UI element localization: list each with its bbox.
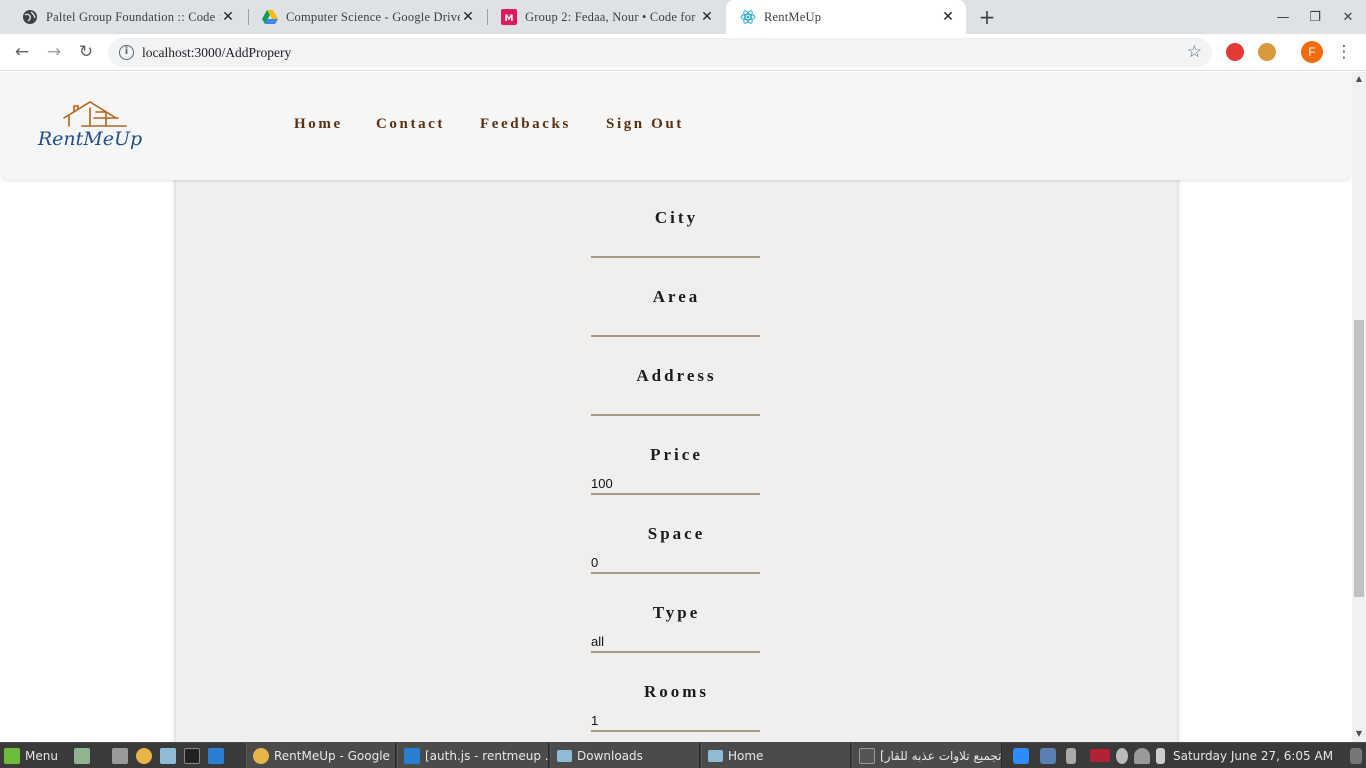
- react-icon: [740, 9, 756, 25]
- site-info-icon[interactable]: i: [119, 45, 134, 60]
- house-logo-icon: RentMeUp: [37, 101, 142, 150]
- window-title: Downloads: [577, 748, 643, 763]
- extension-icon[interactable]: [1226, 43, 1244, 61]
- nav-sign-out-link[interactable]: Sign Out: [606, 116, 684, 133]
- wifi-tray-icon[interactable]: [1134, 748, 1150, 764]
- tab-paltel[interactable]: Paltel Group Foundation :: Code for ✕: [8, 0, 246, 34]
- clock-text: Saturday June 27, 6:05 AM: [1173, 748, 1334, 763]
- type-input[interactable]: [591, 631, 760, 653]
- code-for-icon: M: [501, 9, 517, 25]
- price-label: Price: [650, 445, 703, 464]
- restore-icon[interactable]: ❐: [1303, 6, 1327, 28]
- bookmark-star-icon[interactable]: ☆: [1187, 42, 1202, 62]
- taskbar-window-vscode[interactable]: [auth.js - rentmeup ...: [397, 743, 549, 768]
- url-text[interactable]: localhost:3000/AddPropery: [142, 45, 291, 61]
- browser-tab-strip: Paltel Group Foundation :: Code for ✕ Co…: [0, 0, 1366, 34]
- taskbar-window-media[interactable]: [تجميع تلاوات عذبه للقار...: [852, 743, 1002, 768]
- show-desktop-icon[interactable]: [74, 743, 95, 768]
- vscode-icon: [404, 747, 420, 764]
- bluetooth-tray-icon[interactable]: [1066, 748, 1076, 764]
- user-tray-icon[interactable]: [1116, 748, 1128, 764]
- reload-icon[interactable]: ↻: [74, 40, 98, 64]
- address-bar[interactable]: i localhost:3000/AddPropery ☆: [108, 38, 1212, 67]
- logo-text: RentMeUp: [37, 128, 142, 150]
- us-flag-keyboard-icon[interactable]: [1090, 749, 1110, 762]
- battery-tray-icon[interactable]: [1156, 748, 1165, 764]
- nav-contact-link[interactable]: Contact: [376, 116, 445, 133]
- browser-toolbar: ← → ↻ i localhost:3000/AddPropery ☆ F ⋮: [0, 34, 1366, 71]
- tab-title: Paltel Group Foundation :: Code for: [46, 9, 220, 24]
- close-tab-icon[interactable]: ✕: [940, 9, 956, 25]
- window-title: Home: [728, 748, 764, 763]
- taskbar-window-chrome[interactable]: RentMeUp - Google ...: [246, 743, 396, 768]
- area-label: Area: [652, 287, 701, 306]
- menu-label: Menu: [25, 748, 58, 763]
- close-tab-icon[interactable]: ✕: [460, 9, 476, 25]
- linux-mint-icon: [4, 747, 20, 764]
- site-header: RentMeUp Home Contact Feedbacks Sign Out: [0, 72, 1352, 180]
- close-tab-icon[interactable]: ✕: [699, 9, 715, 25]
- address-input[interactable]: [591, 394, 760, 416]
- scroll-down-arrow-icon[interactable]: ▼: [1355, 729, 1363, 738]
- terminal-launcher-icon[interactable]: [184, 743, 205, 768]
- media-player-icon: [859, 747, 875, 764]
- files-launcher-icon[interactable]: [160, 743, 181, 768]
- area-input[interactable]: [591, 315, 760, 337]
- nav-home-link[interactable]: Home: [294, 116, 343, 133]
- chrome-icon: [253, 747, 269, 764]
- close-tab-icon[interactable]: ✕: [220, 9, 236, 25]
- window-title: [تجميع تلاوات عذبه للقار...: [880, 748, 1002, 763]
- notification-tray-icon[interactable]: [1350, 748, 1362, 764]
- address-label: Address: [636, 366, 717, 385]
- tab-title: Group 2: Fedaa, Nour • Code for: [525, 9, 696, 24]
- rooms-label: Rooms: [643, 682, 710, 701]
- forward-arrow-icon[interactable]: →: [42, 40, 66, 64]
- minimize-icon[interactable]: —: [1271, 6, 1295, 28]
- window-title: [auth.js - rentmeup ...: [425, 748, 549, 763]
- folder-icon: [708, 749, 723, 762]
- zoom-tray-icon[interactable]: [1013, 748, 1029, 764]
- tab-title: RentMeUp: [764, 9, 822, 24]
- globe-icon: [22, 9, 38, 25]
- tab-group-2[interactable]: M Group 2: Fedaa, Nour • Code for ✕: [487, 0, 725, 34]
- profile-avatar[interactable]: F: [1301, 41, 1323, 63]
- shield-tray-icon[interactable]: [1040, 748, 1056, 764]
- chrome-launcher-icon[interactable]: [136, 743, 157, 768]
- screenshot-app-icon[interactable]: [112, 743, 133, 768]
- window-title: RentMeUp - Google ...: [274, 748, 396, 763]
- browser-menu-icon[interactable]: ⋮: [1334, 41, 1354, 63]
- new-tab-button[interactable]: +: [976, 5, 998, 29]
- page-viewport: City Area Address Price Space Type Rooms: [0, 72, 1352, 742]
- back-arrow-icon[interactable]: ←: [10, 40, 34, 64]
- folder-icon: [557, 749, 572, 762]
- google-drive-icon: [262, 9, 278, 25]
- rentmeup-logo[interactable]: RentMeUp: [34, 96, 146, 152]
- start-menu-button[interactable]: Menu: [4, 743, 58, 768]
- taskbar-window-home[interactable]: Home: [701, 743, 851, 768]
- city-input[interactable]: [591, 236, 760, 258]
- clock[interactable]: Saturday June 27, 6:05 AM: [1173, 743, 1333, 768]
- city-label: City: [654, 208, 699, 227]
- type-label: Type: [652, 603, 701, 622]
- scroll-up-arrow-icon[interactable]: ▲: [1355, 74, 1363, 83]
- rooms-input[interactable]: [591, 710, 760, 732]
- space-label: Space: [647, 524, 706, 543]
- scrollbar-thumb[interactable]: [1354, 320, 1364, 597]
- tab-rentmeup[interactable]: RentMeUp ✕: [726, 0, 966, 34]
- vscode-launcher-icon[interactable]: [208, 743, 229, 768]
- cookie-extension-icon[interactable]: [1258, 43, 1276, 61]
- nav-feedbacks-link[interactable]: Feedbacks: [480, 116, 571, 133]
- price-input[interactable]: [591, 473, 760, 495]
- svg-text:M: M: [505, 14, 514, 24]
- space-input[interactable]: [591, 552, 760, 574]
- close-window-icon[interactable]: ✕: [1336, 6, 1360, 28]
- taskbar-window-downloads[interactable]: Downloads: [550, 743, 700, 768]
- os-taskbar: Menu RentMeUp - Google ... [auth.js - re…: [0, 742, 1366, 768]
- page-scrollbar[interactable]: ▲ ▼: [1352, 72, 1366, 742]
- tab-title: Computer Science - Google Drive: [286, 9, 460, 24]
- tab-google-drive[interactable]: Computer Science - Google Drive ✕: [248, 0, 486, 34]
